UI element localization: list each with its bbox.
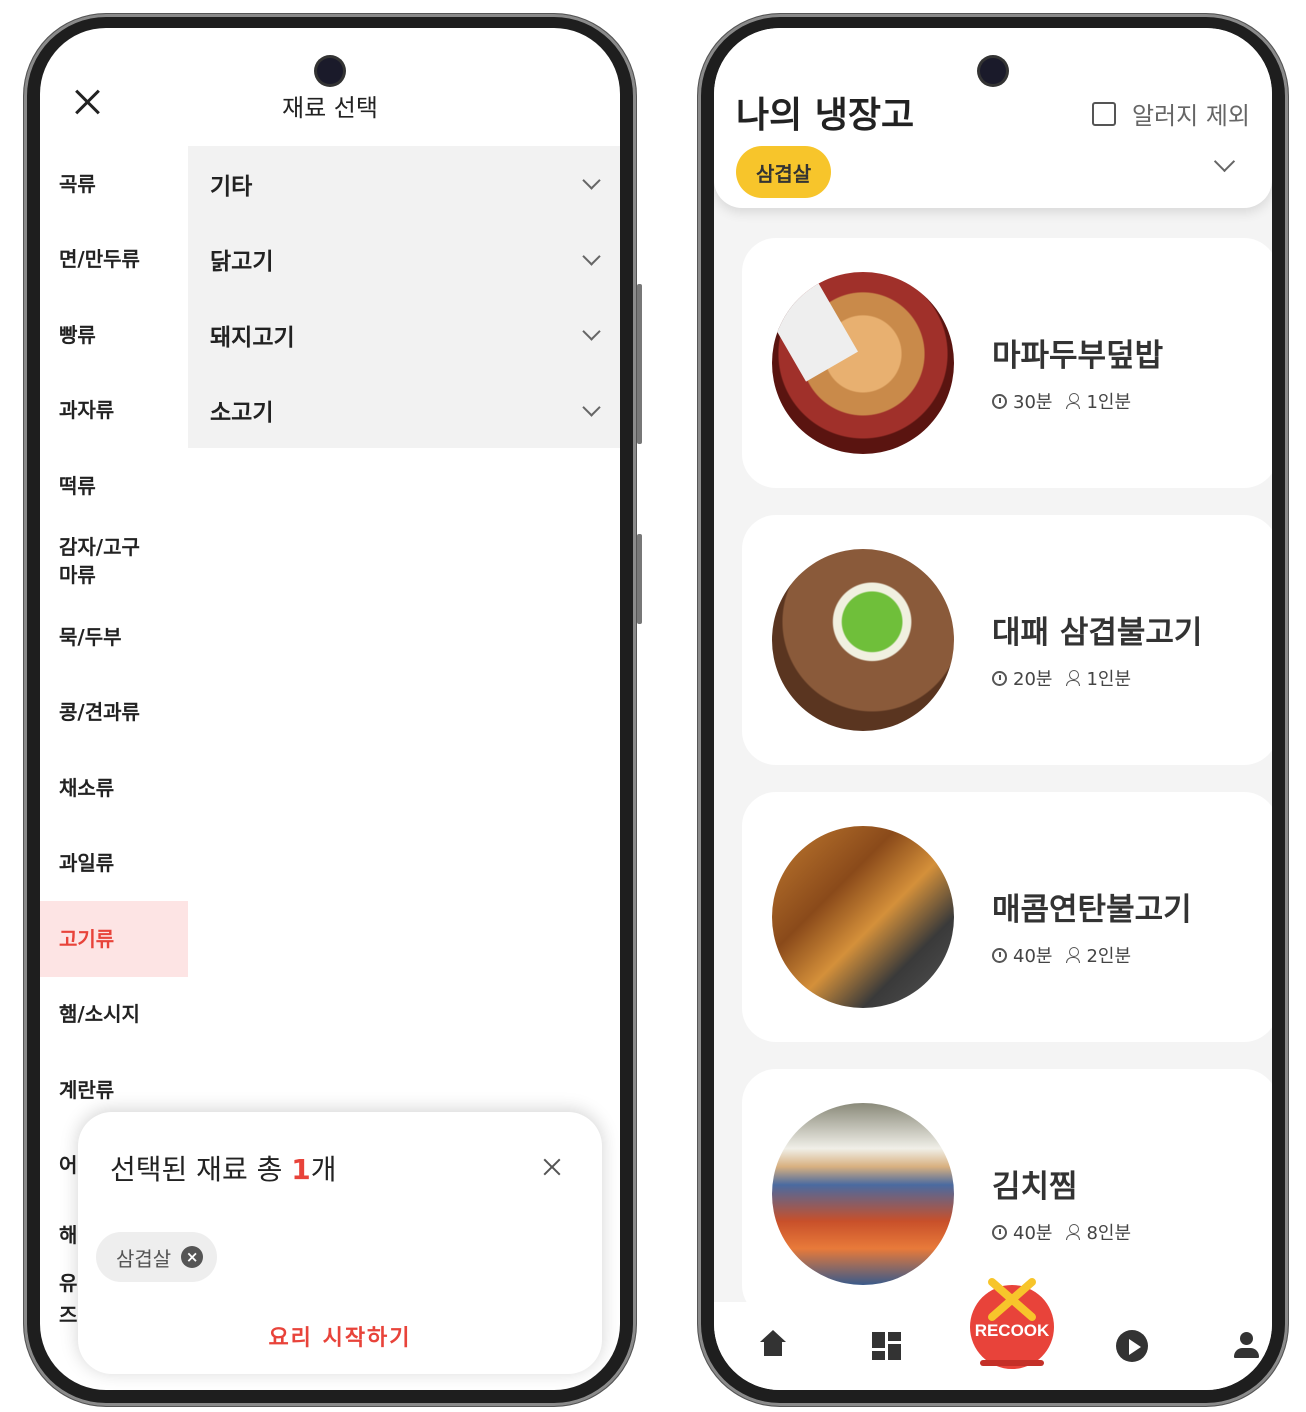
start-cooking-button[interactable]: 요리 시작하기 xyxy=(78,1320,602,1352)
category-item[interactable]: 감자/고구 마류 xyxy=(40,524,188,600)
right-phone: 나의 냉장고 알러지 제외 삼겹살 마파두부덮밥 30분 1인분 대패 삼겹불고… xyxy=(698,14,1288,1406)
person-icon xyxy=(1066,947,1081,963)
subcategory-item[interactable]: 돼지고기 xyxy=(188,297,620,373)
play-icon[interactable] xyxy=(1116,1330,1148,1362)
profile-icon[interactable] xyxy=(1230,1330,1264,1364)
category-item[interactable]: 과자류 xyxy=(40,373,188,449)
side-button xyxy=(637,534,642,624)
camera-icon xyxy=(980,58,1006,84)
collapse-icon[interactable] xyxy=(542,1151,562,1183)
recipe-image xyxy=(772,826,954,1008)
subcategory-panel: 기타 닭고기 돼지고기 소고기 xyxy=(188,146,620,448)
recipe-meta: 40분 8인분 xyxy=(992,1219,1131,1245)
chevron-down-icon xyxy=(582,171,601,190)
recipe-image xyxy=(772,549,954,731)
remove-icon[interactable]: × xyxy=(181,1246,204,1268)
subcategory-item[interactable]: 소고기 xyxy=(188,373,620,449)
recipe-card[interactable]: 대패 삼겹불고기 20분 1인분 xyxy=(742,515,1272,765)
selected-ingredients-sheet: 선택된 재료 총 1개 삼겹살 × 요리 시작하기 xyxy=(78,1112,602,1374)
category-item[interactable]: 빵류 xyxy=(40,297,188,373)
selected-count: 1 xyxy=(291,1153,311,1186)
person-icon xyxy=(1066,670,1081,686)
timer-icon xyxy=(992,1224,1007,1240)
header: 나의 냉장고 알러지 제외 삼겹살 xyxy=(714,28,1272,208)
timer-icon xyxy=(992,947,1007,963)
allergy-exclude-toggle[interactable]: 알러지 제외 xyxy=(1091,96,1250,131)
dashboard-icon[interactable] xyxy=(870,1330,904,1364)
camera-icon xyxy=(317,58,343,84)
checkbox-icon[interactable] xyxy=(1091,101,1116,126)
chevron-down-icon xyxy=(582,322,601,341)
person-icon xyxy=(1066,393,1081,409)
timer-icon xyxy=(992,670,1007,686)
recipe-name: 대패 삼겹불고기 xyxy=(992,615,1203,651)
recipe-image xyxy=(772,1103,954,1285)
home-icon[interactable] xyxy=(756,1330,790,1364)
chevron-down-icon xyxy=(582,247,601,266)
category-item-active[interactable]: 고기류 xyxy=(40,901,188,977)
category-item[interactable]: 면/만두류 xyxy=(40,222,188,298)
recipe-image xyxy=(772,272,954,454)
recipe-meta: 40분 2인분 xyxy=(992,942,1131,968)
subcategory-item[interactable]: 닭고기 xyxy=(188,222,620,298)
bottom-nav: RECOOK xyxy=(714,1278,1272,1390)
category-item[interactable]: 햄/소시지 xyxy=(40,977,188,1053)
ingredient-select-screen: 재료 선택 곡류 면/만두류 빵류 과자류 떡류 감자/고구 마류 묵/두부 콩… xyxy=(40,28,620,1390)
category-item[interactable]: 채소류 xyxy=(40,750,188,826)
recipe-meta: 20분 1인분 xyxy=(992,665,1131,691)
chevron-down-icon[interactable] xyxy=(1213,150,1236,173)
page-title: 나의 냉장고 xyxy=(736,95,915,136)
side-button xyxy=(637,284,642,444)
category-item[interactable]: 묵/두부 xyxy=(40,599,188,675)
logo-text: RECOOK xyxy=(975,1321,1050,1340)
left-phone: 재료 선택 곡류 면/만두류 빵류 과자류 떡류 감자/고구 마류 묵/두부 콩… xyxy=(24,14,642,1406)
recipe-card[interactable]: 마파두부덮밥 30분 1인분 xyxy=(742,238,1272,488)
subcategory-item[interactable]: 기타 xyxy=(188,146,620,222)
person-icon xyxy=(1066,1224,1081,1240)
recook-logo[interactable]: RECOOK xyxy=(962,1272,1062,1372)
category-item[interactable]: 콩/견과류 xyxy=(40,675,188,751)
recipe-name: 마파두부덮밥 xyxy=(992,338,1164,374)
category-item[interactable]: 과일류 xyxy=(40,826,188,902)
recipe-name: 매콤연탄불고기 xyxy=(992,892,1192,928)
timer-icon xyxy=(992,393,1007,409)
ingredient-tag[interactable]: 삼겹살 xyxy=(736,146,832,198)
category-item[interactable]: 곡류 xyxy=(40,146,188,222)
page-title: 재료 선택 xyxy=(282,94,378,122)
fridge-screen: 나의 냉장고 알러지 제외 삼겹살 마파두부덮밥 30분 1인분 대패 삼겹불고… xyxy=(714,28,1272,1390)
recipe-meta: 30분 1인분 xyxy=(992,388,1131,414)
chevron-down-icon xyxy=(582,398,601,417)
recipe-name: 김치찜 xyxy=(992,1169,1078,1205)
ingredient-chip[interactable]: 삼겹살 × xyxy=(96,1232,218,1282)
sheet-title: 선택된 재료 총 1개 xyxy=(110,1153,337,1186)
recipe-card[interactable]: 매콤연탄불고기 40분 2인분 xyxy=(742,792,1272,1042)
category-item[interactable]: 떡류 xyxy=(40,448,188,524)
